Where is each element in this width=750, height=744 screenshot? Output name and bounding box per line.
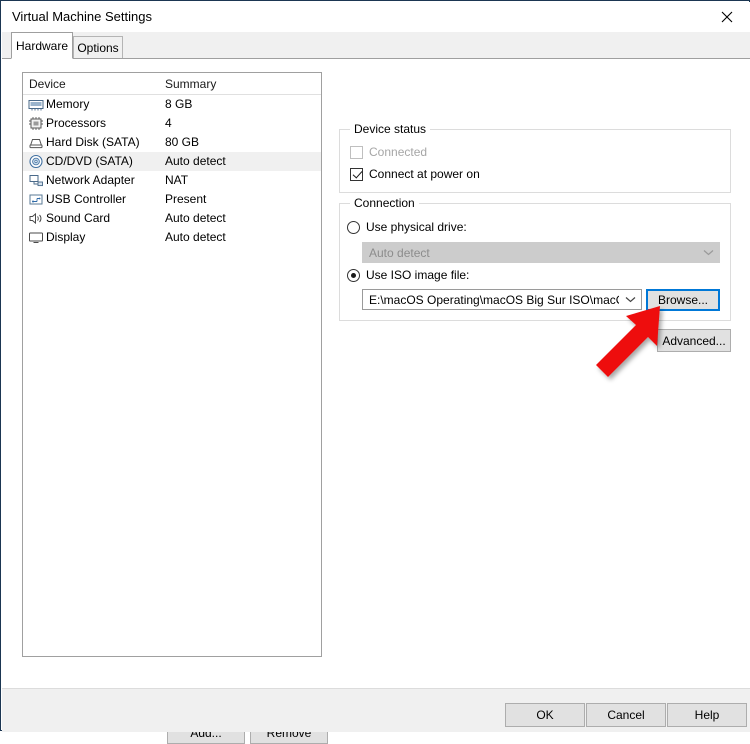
device-name: Processors	[46, 116, 107, 130]
list-item[interactable]: Hard Disk (SATA) 80 GB	[23, 133, 321, 152]
help-button[interactable]: Help	[667, 703, 747, 727]
device-summary: NAT	[165, 173, 189, 187]
display-icon	[28, 230, 44, 245]
list-item[interactable]: Memory 8 GB	[23, 95, 321, 114]
device-status-group: Device status	[339, 122, 731, 193]
device-list[interactable]: Device Summary Memory 8 GB Processors 4 …	[22, 72, 322, 657]
device-name: Hard Disk (SATA)	[46, 135, 140, 149]
list-item[interactable]: Display Auto detect	[23, 228, 321, 247]
sound-card-icon	[28, 211, 44, 226]
device-name: Sound Card	[46, 211, 111, 225]
use-iso-image-radio[interactable]: Use ISO image file:	[347, 268, 469, 282]
iso-path-value: E:\macOS Operating\macOS Big Sur ISO\mac…	[369, 292, 619, 307]
list-item[interactable]: USB Controller Present	[23, 190, 321, 209]
cd-dvd-icon	[28, 154, 44, 169]
title-bar: Virtual Machine Settings	[2, 2, 750, 32]
tab-bar: Hardware Options	[2, 32, 750, 59]
virtual-machine-settings-window: Virtual Machine Settings Hardware Option…	[0, 0, 750, 744]
device-summary: 4	[165, 116, 172, 130]
connected-checkbox[interactable]: Connected	[350, 145, 427, 159]
checkbox-box	[350, 167, 363, 181]
use-physical-drive-label: Use physical drive:	[366, 220, 467, 234]
cancel-button[interactable]: Cancel	[586, 703, 666, 727]
tab-options-label: Options	[77, 41, 119, 55]
ok-button[interactable]: OK	[505, 703, 585, 727]
column-header-device[interactable]: Device	[29, 77, 66, 91]
use-iso-image-label: Use ISO image file:	[366, 268, 470, 282]
connect-at-power-on-checkbox[interactable]: Connect at power on	[350, 167, 480, 181]
radio-circle	[347, 220, 360, 234]
device-summary: 8 GB	[165, 97, 193, 111]
device-name: USB Controller	[46, 192, 127, 206]
chevron-down-icon	[697, 243, 719, 262]
physical-drive-value: Auto detect	[369, 245, 430, 260]
memory-icon	[28, 97, 44, 112]
processor-icon	[28, 116, 44, 131]
device-name: Memory	[46, 97, 90, 111]
device-status-group-title: Device status	[350, 122, 431, 136]
hard-disk-icon	[28, 135, 44, 150]
radio-circle	[347, 268, 360, 282]
window-title: Virtual Machine Settings	[12, 9, 152, 24]
connection-group-title: Connection	[350, 196, 419, 210]
close-glyph	[721, 11, 733, 23]
use-physical-drive-radio[interactable]: Use physical drive:	[347, 220, 467, 234]
checkbox-box	[350, 145, 363, 159]
connected-label: Connected	[369, 145, 428, 159]
device-summary: Auto detect	[165, 154, 226, 168]
iso-path-combobox[interactable]: E:\macOS Operating\macOS Big Sur ISO\mac…	[362, 289, 642, 310]
tab-hardware[interactable]: Hardware	[11, 32, 73, 59]
advanced-button[interactable]: Advanced...	[657, 329, 731, 352]
network-adapter-icon	[28, 173, 44, 188]
tab-underline	[2, 58, 750, 59]
usb-controller-icon	[28, 192, 44, 207]
tab-hardware-label: Hardware	[15, 38, 69, 53]
hardware-tab-panel: Device Summary Memory 8 GB Processors 4 …	[2, 59, 750, 744]
list-item[interactable]: Processors 4	[23, 114, 321, 133]
list-item-cd-dvd[interactable]: CD/DVD (SATA) Auto detect	[23, 152, 321, 171]
device-name: CD/DVD (SATA)	[46, 154, 133, 168]
physical-drive-combobox[interactable]: Auto detect	[362, 242, 720, 263]
device-summary: Auto detect	[165, 230, 226, 244]
chevron-down-icon[interactable]	[619, 290, 641, 309]
connect-at-power-on-label: Connect at power on	[369, 167, 480, 181]
list-item[interactable]: Sound Card Auto detect	[23, 209, 321, 228]
device-summary: Present	[165, 192, 207, 206]
column-header-summary[interactable]: Summary	[165, 77, 216, 91]
browse-button[interactable]: Browse...	[646, 289, 720, 311]
close-icon[interactable]	[704, 2, 750, 32]
device-summary: 80 GB	[165, 135, 200, 149]
device-name: Network Adapter	[46, 173, 135, 187]
list-item[interactable]: Network Adapter NAT	[23, 171, 321, 190]
tab-options[interactable]: Options	[73, 36, 123, 59]
dialog-footer: OK Cancel Help	[2, 688, 750, 732]
device-list-header: Device Summary	[23, 73, 321, 95]
device-summary: Auto detect	[165, 211, 226, 225]
device-name: Display	[46, 230, 86, 244]
